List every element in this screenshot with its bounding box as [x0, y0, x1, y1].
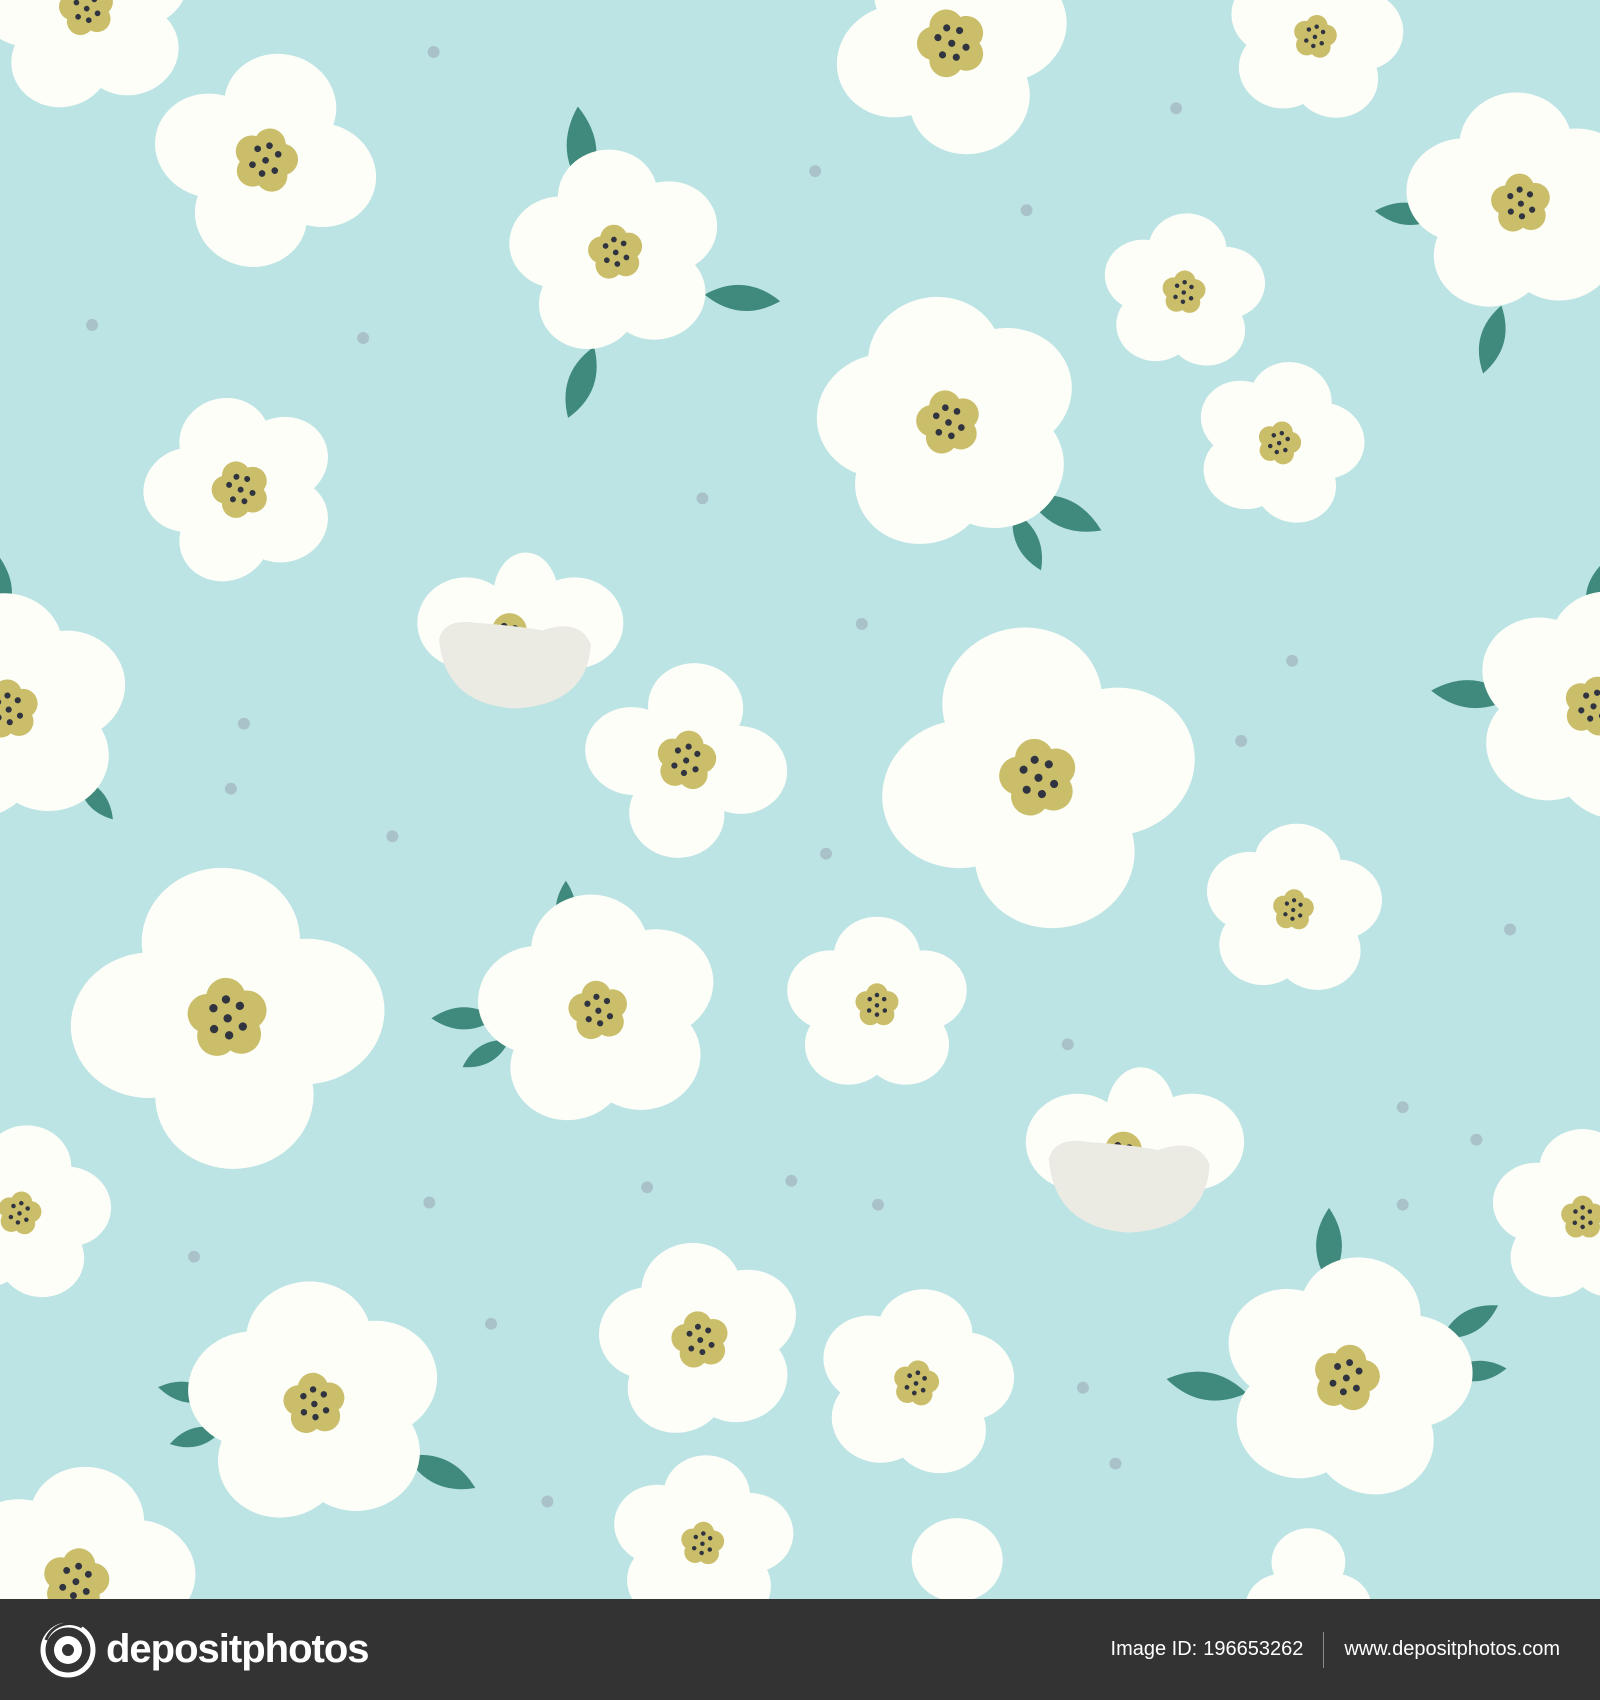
- seed: [874, 1003, 880, 1008]
- website-link[interactable]: www.depositphotos.com: [1344, 1638, 1560, 1661]
- seed: [1580, 1215, 1585, 1220]
- seed: [881, 996, 887, 1002]
- seed: [1573, 1209, 1578, 1214]
- seed: [1587, 1209, 1593, 1214]
- camera-aperture-icon: [40, 1621, 96, 1677]
- dot: [1109, 1457, 1122, 1470]
- dot: [237, 717, 250, 730]
- dot: [1170, 102, 1183, 115]
- dot: [1504, 923, 1516, 936]
- dot: [224, 782, 237, 795]
- dot: [1061, 1038, 1074, 1051]
- dot: [809, 165, 822, 178]
- footer-divider: [1323, 1631, 1325, 1668]
- seed: [1580, 1224, 1585, 1230]
- dot: [1076, 1381, 1089, 1394]
- dot: [1470, 1133, 1483, 1146]
- dot: [427, 46, 440, 58]
- floral-pattern: [0, 0, 1600, 1599]
- seed: [1572, 1220, 1578, 1226]
- dot: [86, 319, 99, 331]
- brand-name: depositphotos: [106, 1627, 370, 1671]
- footer-bar: depositphotos Image ID: 196653262 www.de…: [0, 1599, 1600, 1700]
- image-info: Image ID: 196653262 www.depositphotos.co…: [1110, 1631, 1560, 1668]
- seed: [1580, 1205, 1585, 1210]
- stock-image-page: depositphotos Image ID: 196653262 www.de…: [0, 0, 1600, 1700]
- dot: [1286, 654, 1299, 667]
- dot: [641, 1181, 654, 1194]
- dot: [386, 830, 399, 843]
- dot: [541, 1495, 554, 1508]
- dot: [1396, 1101, 1409, 1114]
- image-id-label: Image ID:: [1110, 1638, 1198, 1660]
- dot: [696, 492, 709, 505]
- seed: [1588, 1220, 1593, 1226]
- dot: [785, 1174, 798, 1187]
- dot: [423, 1196, 436, 1209]
- dot: [820, 847, 832, 860]
- dot: [485, 1317, 498, 1330]
- seed: [874, 992, 880, 998]
- seed: [882, 1008, 888, 1013]
- dot: [855, 618, 868, 630]
- seed: [874, 1012, 880, 1017]
- image-id-value: 196653262: [1203, 1638, 1304, 1660]
- seed: [867, 996, 873, 1002]
- flower-icon: [911, 1518, 1003, 1599]
- seed: [866, 1008, 872, 1013]
- dot: [1396, 1198, 1409, 1211]
- petal: [911, 1518, 1003, 1599]
- brand-logo[interactable]: depositphotos: [40, 1621, 370, 1678]
- dot: [188, 1250, 200, 1263]
- dot: [872, 1198, 885, 1211]
- dot: [1020, 204, 1033, 217]
- dot: [357, 332, 370, 344]
- dot: [1235, 735, 1248, 747]
